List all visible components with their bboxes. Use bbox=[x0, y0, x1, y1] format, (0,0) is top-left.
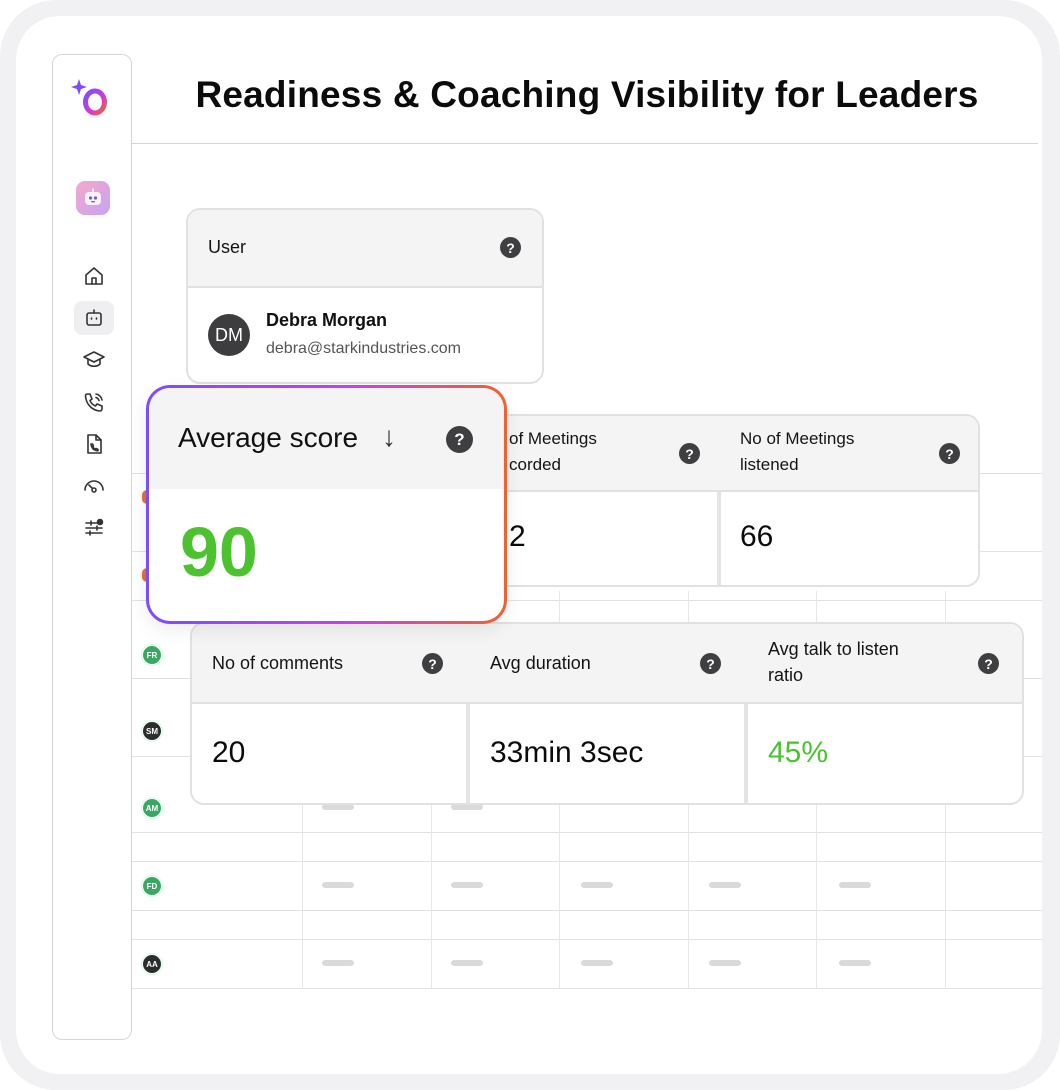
comments-value: 20 bbox=[212, 736, 246, 769]
column-divider bbox=[466, 704, 470, 803]
sliders-icon bbox=[85, 518, 104, 536]
meetings-recorded-label: of Meetings corded bbox=[509, 429, 597, 474]
help-icon[interactable]: ? bbox=[700, 653, 721, 674]
avg-duration-value: 33min 3sec bbox=[490, 736, 644, 769]
stats-card[interactable]: No of comments ? Avg duration ? Avg talk… bbox=[190, 622, 1024, 805]
placeholder-dash bbox=[839, 882, 871, 888]
home-icon bbox=[85, 267, 103, 285]
row-avatar: FD bbox=[142, 876, 162, 896]
placeholder-dash bbox=[709, 882, 741, 888]
help-icon[interactable]: ? bbox=[978, 653, 999, 674]
graduation-cap-icon bbox=[83, 351, 105, 368]
talk-listen-ratio-value: 45% bbox=[768, 736, 829, 769]
placeholder-dash bbox=[451, 960, 483, 966]
average-score-label: Average score bbox=[178, 422, 359, 453]
row-avatar: AM bbox=[142, 798, 162, 818]
app-logo[interactable] bbox=[69, 77, 113, 121]
app-window: Readiness & Coaching Visibility for Lead… bbox=[16, 16, 1042, 1074]
assistant-bot-icon[interactable] bbox=[76, 181, 110, 215]
row-avatar: SM bbox=[142, 721, 162, 741]
page-title: Readiness & Coaching Visibility for Lead… bbox=[195, 74, 979, 115]
avatar: DM bbox=[208, 314, 250, 356]
placeholder-dash bbox=[322, 882, 354, 888]
nav-bot[interactable] bbox=[74, 301, 114, 335]
user-email: debra@starkindustries.com bbox=[266, 340, 461, 357]
average-score-card-inner: Average score ↓ ? 90 bbox=[149, 388, 504, 621]
placeholder-dash bbox=[451, 882, 483, 888]
placeholder-dash bbox=[322, 960, 354, 966]
table-row-line bbox=[132, 861, 1042, 862]
help-icon[interactable]: ? bbox=[422, 653, 443, 674]
user-card[interactable]: User ? DM Debra Morgan debra@starkindust… bbox=[186, 208, 544, 384]
phone-call-icon bbox=[84, 393, 103, 412]
row-avatar: FR bbox=[142, 645, 162, 665]
nav-settings[interactable] bbox=[74, 511, 114, 545]
nav-calls[interactable] bbox=[74, 385, 114, 419]
placeholder-dash bbox=[581, 882, 613, 888]
nav-performance[interactable] bbox=[74, 469, 114, 503]
table-row-line bbox=[132, 939, 1042, 940]
header-divider bbox=[132, 143, 1038, 144]
row-avatar: AA bbox=[142, 954, 162, 974]
average-score-card[interactable]: Average score ↓ ? 90 bbox=[146, 385, 507, 624]
nav-home[interactable] bbox=[74, 259, 114, 293]
bot-icon bbox=[86, 309, 102, 326]
placeholder-dash bbox=[709, 960, 741, 966]
table-row-line bbox=[132, 910, 1042, 911]
user-name: Debra Morgan bbox=[266, 310, 388, 330]
phone-document-icon bbox=[87, 434, 102, 454]
comments-label: No of comments bbox=[212, 653, 344, 673]
sort-arrow-down-icon[interactable]: ↓ bbox=[382, 421, 396, 453]
meetings-listened-label: No of Meetings listened bbox=[740, 429, 855, 474]
table-row-line bbox=[132, 988, 1042, 989]
meetings-recorded-value: 2 bbox=[509, 520, 526, 553]
column-divider bbox=[717, 492, 721, 585]
help-icon[interactable]: ? bbox=[500, 237, 521, 258]
help-icon[interactable]: ? bbox=[939, 443, 960, 464]
help-icon[interactable]: ? bbox=[679, 443, 700, 464]
average-score-value: 90 bbox=[180, 513, 258, 591]
average-score-header: Average score ↓ ? bbox=[149, 388, 504, 489]
user-card-header: User ? bbox=[188, 210, 542, 288]
talk-listen-ratio-label: Avg talk to listen ratio bbox=[768, 639, 899, 685]
placeholder-dash bbox=[581, 960, 613, 966]
column-divider bbox=[744, 704, 748, 803]
sidebar bbox=[52, 54, 132, 1040]
nav-call-library[interactable] bbox=[74, 427, 114, 461]
meetings-listened-value: 66 bbox=[740, 520, 774, 553]
meetings-card[interactable]: of Meetings corded ? No of Meetings list… bbox=[471, 414, 980, 587]
meetings-card-header: of Meetings corded ? No of Meetings list… bbox=[473, 416, 978, 492]
nav-learning[interactable] bbox=[74, 343, 114, 377]
avg-duration-label: Avg duration bbox=[490, 653, 591, 673]
help-icon[interactable]: ? bbox=[446, 426, 473, 453]
gauge-icon bbox=[84, 480, 104, 493]
stats-card-header: No of comments ? Avg duration ? Avg talk… bbox=[192, 624, 1022, 704]
user-column-label: User bbox=[208, 237, 247, 257]
placeholder-dash bbox=[839, 960, 871, 966]
table-row-line bbox=[132, 832, 1042, 833]
